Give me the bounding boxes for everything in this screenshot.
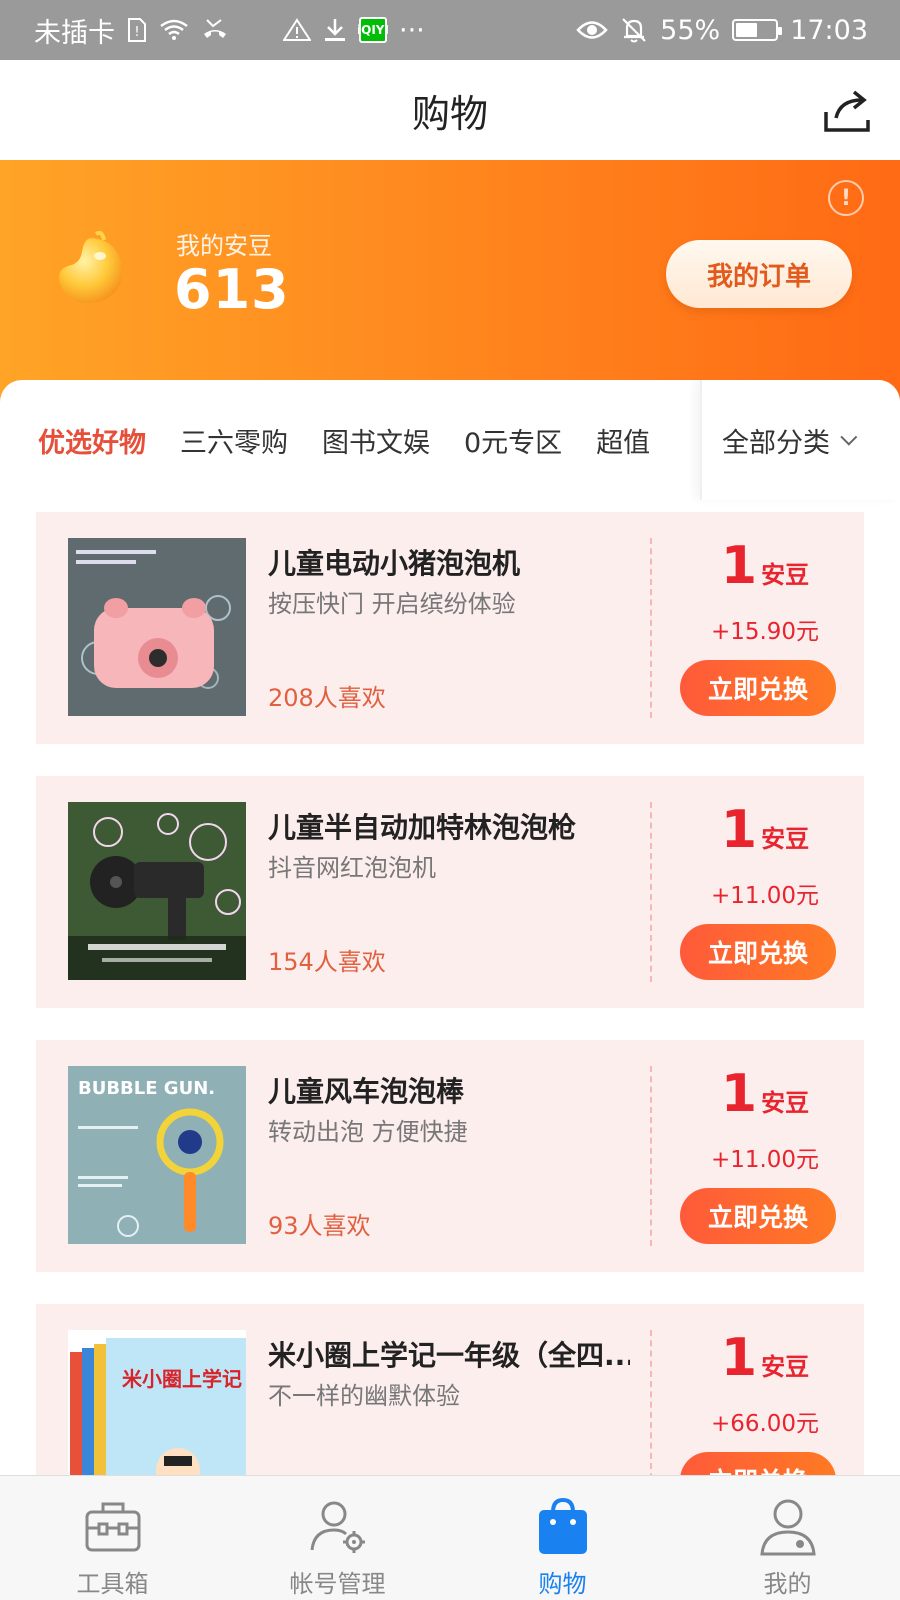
nav-label: 我的 — [763, 1570, 812, 1598]
category-tabs: 优选好物 三六零购 图书文娱 0元专区 超值 全部分类 — [0, 380, 900, 500]
tab-books-entertainment[interactable]: 图书文娱 — [322, 421, 430, 460]
tab-360-shop[interactable]: 三六零购 — [180, 421, 288, 460]
profile-icon — [759, 1499, 816, 1556]
price-number: 1 — [720, 800, 758, 860]
warning-icon — [283, 18, 311, 42]
product-price: 1 安豆 — [666, 1328, 864, 1388]
tab-featured[interactable]: 优选好物 — [38, 421, 146, 460]
price-number: 1 — [720, 1328, 758, 1388]
chevron-down-icon — [840, 428, 858, 446]
product-title: 儿童风车泡泡棒 — [268, 1075, 465, 1108]
product-subtitle: 不一样的幽默体验 — [268, 1382, 460, 1410]
nav-me[interactable]: 我的 — [675, 1476, 900, 1600]
product-subtitle: 按压快门 开启缤纷体验 — [268, 590, 516, 618]
product-image-mixiaoquan-books: 米小圈上学记 — [68, 1330, 246, 1475]
price-number: 1 — [720, 536, 758, 596]
nav-shopping[interactable]: 购物 — [450, 1476, 675, 1600]
price-number: 1 — [720, 1064, 758, 1124]
product-image-windmill-bubble-wand: BUBBLE GUN. — [68, 1066, 246, 1244]
price-extra-cash: +11.00元 — [710, 883, 820, 909]
thumb-bubble-gun-text: BUBBLE GUN. — [78, 1078, 215, 1099]
my-orders-button[interactable]: 我的订单 — [666, 240, 852, 308]
iqiyi-icon: iQIYI — [357, 17, 389, 43]
card-divider — [650, 802, 652, 982]
all-categories-label: 全部分类 — [722, 427, 830, 459]
product-card[interactable]: BUBBLE GUN. 儿童风车泡泡棒 转动出泡 方便快捷 93人喜欢 1 安豆 … — [36, 1040, 864, 1272]
download-icon — [323, 17, 347, 43]
nav-label: 工具箱 — [76, 1570, 149, 1598]
product-card[interactable]: 儿童半自动加特林泡泡枪 抖音网红泡泡机 154人喜欢 1 安豆 +11.00元 立… — [36, 776, 864, 1008]
price-extra-cash: +11.00元 — [710, 1147, 820, 1173]
redeem-button[interactable]: 立即兑换 — [680, 1452, 836, 1475]
redeem-button[interactable]: 立即兑换 — [680, 660, 836, 716]
battery-icon — [732, 19, 783, 41]
product-title: 儿童半自动加特林泡泡枪 — [268, 811, 577, 844]
product-price: 1 安豆 — [666, 800, 864, 860]
product-likes: 93人喜欢 — [268, 1212, 371, 1240]
bean-icon — [52, 230, 132, 310]
shopping-bag-icon — [538, 1497, 587, 1554]
product-title: 米小圈上学记一年级（全四... — [268, 1339, 630, 1372]
redeem-button[interactable]: 立即兑换 — [680, 1188, 836, 1244]
product-image-pig-bubble-machine — [68, 538, 246, 716]
nav-label: 帐号管理 — [289, 1570, 386, 1598]
wifi-icon — [159, 18, 189, 42]
share-icon — [824, 90, 870, 132]
product-title: 儿童电动小猪泡泡机 — [268, 547, 521, 580]
price-extra-cash: +15.90元 — [710, 619, 820, 645]
battery-percent: 55% — [660, 14, 721, 46]
product-card[interactable]: 儿童电动小猪泡泡机 按压快门 开启缤纷体验 208人喜欢 1 安豆 +15.90元… — [36, 512, 864, 744]
product-subtitle: 抖音网红泡泡机 — [268, 854, 436, 882]
account-settings-icon — [310, 1501, 365, 1553]
price-extra-cash: +66.00元 — [710, 1411, 820, 1437]
mute-bell-icon — [620, 16, 648, 44]
tab-value[interactable]: 超值 — [596, 421, 650, 460]
thumb-book-title: 米小圈上学记 — [122, 1367, 242, 1391]
product-likes: 154人喜欢 — [268, 948, 386, 976]
price-unit: 安豆 — [761, 1089, 810, 1117]
svg-text:!: ! — [134, 25, 139, 40]
price-unit: 安豆 — [761, 825, 810, 853]
card-divider — [650, 538, 652, 718]
status-bar: 未插卡 ! iQIYI ··· 55% 17:03 — [0, 0, 900, 60]
page-title: 购物 — [411, 91, 488, 136]
product-card[interactable]: 米小圈上学记 米小圈上学记一年级（全四... 不一样的幽默体验 1 安豆 +66.… — [36, 1304, 864, 1475]
points-header: 我的安豆 613 ! 我的订单 — [0, 160, 900, 410]
carrier-label: 未插卡 — [34, 17, 115, 49]
card-divider — [650, 1330, 652, 1475]
card-divider — [650, 1066, 652, 1246]
nav-toolbox[interactable]: 工具箱 — [0, 1476, 225, 1600]
product-sheet: 优选好物 三六零购 图书文娱 0元专区 超值 全部分类 儿童电动小猪泡泡机 按压… — [0, 380, 900, 1475]
product-price: 1 安豆 — [666, 536, 864, 596]
sim-icon: ! — [127, 17, 147, 43]
product-image-gatling-bubble-gun — [68, 802, 246, 980]
all-categories-dropdown[interactable]: 全部分类 — [700, 380, 900, 500]
redeem-button[interactable]: 立即兑换 — [680, 924, 836, 980]
missed-call-icon — [201, 18, 229, 42]
product-price: 1 安豆 — [666, 1064, 864, 1124]
product-subtitle: 转动出泡 方便快捷 — [268, 1118, 468, 1146]
points-label: 我的安豆 — [176, 232, 272, 260]
points-value: 613 — [174, 258, 290, 321]
price-unit: 安豆 — [761, 1353, 810, 1381]
title-bar: 购物 — [0, 60, 900, 160]
price-unit: 安豆 — [761, 561, 810, 589]
toolbox-icon — [85, 1502, 140, 1552]
product-likes: 208人喜欢 — [268, 684, 386, 712]
tab-zero-yuan[interactable]: 0元专区 — [464, 421, 562, 460]
eye-icon — [576, 19, 608, 41]
bottom-navigation: 工具箱 帐号管理 购物 我的 — [0, 1475, 900, 1600]
more-icon: ··· — [399, 14, 425, 46]
info-icon[interactable]: ! — [828, 180, 864, 216]
share-button[interactable] — [822, 86, 874, 136]
clock: 17:03 — [790, 14, 868, 46]
nav-label: 购物 — [538, 1570, 587, 1598]
nav-account-management[interactable]: 帐号管理 — [225, 1476, 450, 1600]
